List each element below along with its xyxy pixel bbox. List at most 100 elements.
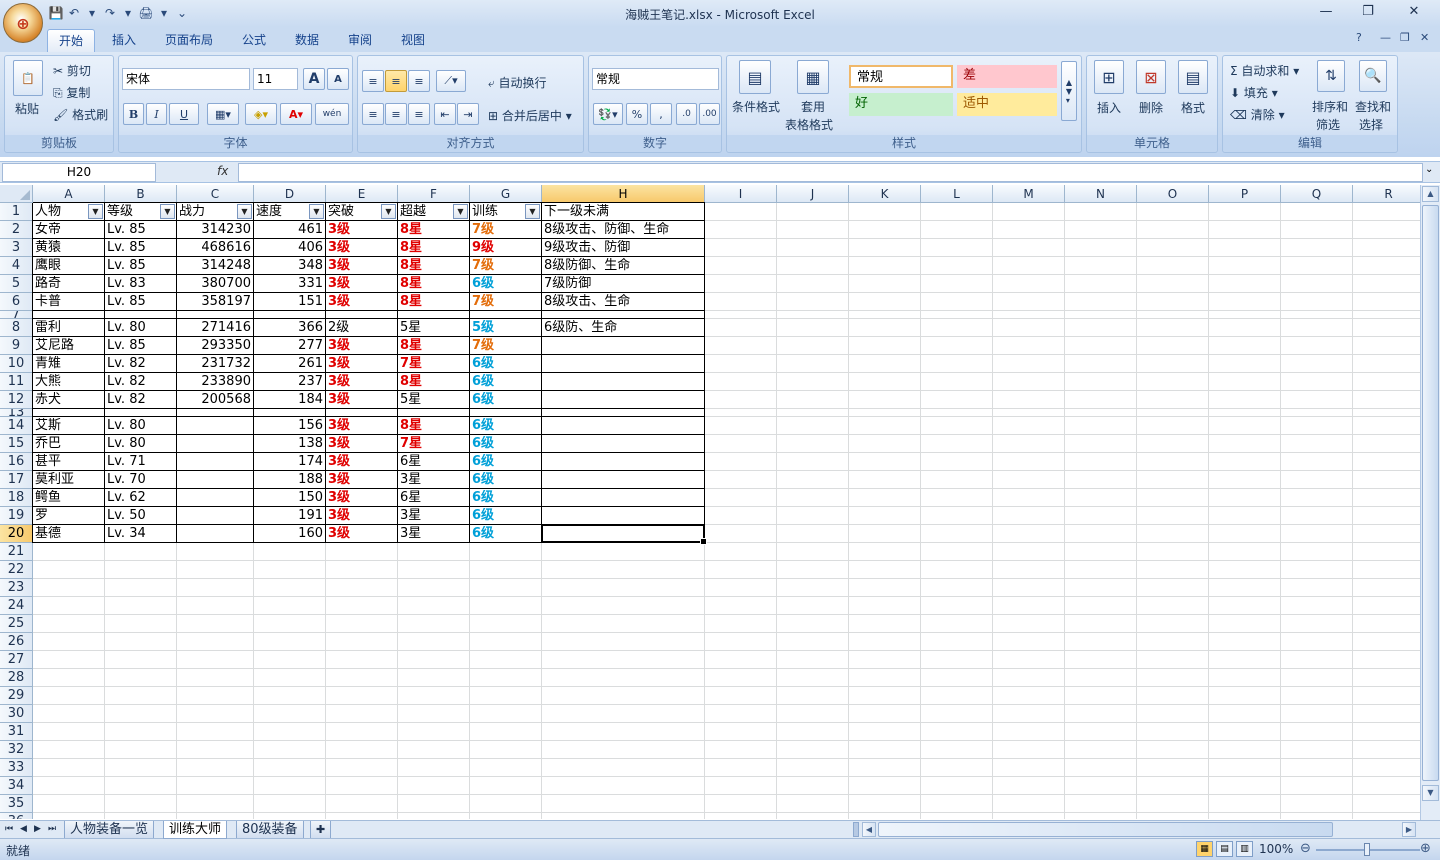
table-cell[interactable]: 6级 <box>470 392 541 408</box>
expand-formula-icon[interactable]: ⌄ <box>1425 164 1433 175</box>
table-cell[interactable]: 9级 <box>470 240 541 256</box>
table-cell[interactable]: Lv. 85 <box>105 258 176 274</box>
find-select-label-1[interactable]: 查找和 <box>1355 98 1391 115</box>
row-header[interactable]: 19 <box>0 507 33 525</box>
table-cell[interactable]: 8星 <box>398 418 469 434</box>
table-cell[interactable]: Lv. 80 <box>105 320 176 336</box>
clear-button[interactable]: ⌫ 清除 ▾ <box>1230 106 1285 123</box>
column-header[interactable]: Q <box>1281 185 1353 203</box>
find-select-label-2[interactable]: 选择 <box>1359 116 1383 133</box>
table-cell[interactable]: 6级 <box>470 436 541 452</box>
table-cell[interactable]: 261 <box>254 356 325 372</box>
font-size-select[interactable]: 11 <box>253 68 298 90</box>
help-icon[interactable]: ? <box>1356 31 1362 44</box>
table-cell[interactable]: 6级 <box>470 472 541 488</box>
row-header[interactable]: 1 <box>0 203 33 221</box>
format-as-table-label-1[interactable]: 套用 <box>801 98 825 115</box>
tab-insert[interactable]: 插入 <box>100 29 148 52</box>
row-header[interactable]: 32 <box>0 741 33 759</box>
row-header[interactable]: 7 <box>0 311 33 319</box>
fill-button[interactable]: ⬇ 填充 ▾ <box>1230 84 1278 101</box>
filter-dropdown-icon[interactable]: ▼ <box>160 204 175 219</box>
table-cell[interactable]: Lv. 70 <box>105 472 176 488</box>
table-cell[interactable]: 406 <box>254 240 325 256</box>
table-cell[interactable]: 7级防御 <box>542 276 704 292</box>
sheet-tab-lv80-equipment[interactable]: 80级装备 <box>236 821 304 839</box>
sort-filter-label-2[interactable]: 筛选 <box>1316 116 1340 133</box>
table-cell[interactable]: 3星 <box>398 472 469 488</box>
comma-button[interactable]: , <box>650 103 672 125</box>
paste-icon[interactable]: 📋 <box>13 60 43 96</box>
column-header[interactable]: N <box>1065 185 1137 203</box>
row-header[interactable]: 34 <box>0 777 33 795</box>
tab-formulas[interactable]: 公式 <box>230 29 278 52</box>
table-cell[interactable]: 3级 <box>326 374 397 390</box>
row-header[interactable]: 3 <box>0 239 33 257</box>
table-cell[interactable]: 5星 <box>398 320 469 336</box>
align-middle-icon[interactable]: ≡ <box>385 70 407 92</box>
workbook-close-button[interactable]: ✕ <box>1420 31 1429 44</box>
column-header[interactable]: I <box>705 185 777 203</box>
border-icon[interactable]: ▦▾ <box>207 103 239 125</box>
header-cell[interactable]: 训练 <box>470 204 524 220</box>
row-header[interactable]: 30 <box>0 705 33 723</box>
decrease-decimal-button[interactable]: .00 <box>699 103 720 125</box>
row-header[interactable]: 12 <box>0 391 33 409</box>
row-header[interactable]: 36 <box>0 813 33 819</box>
filter-dropdown-icon[interactable]: ▼ <box>525 204 540 219</box>
font-color-icon[interactable]: A▾ <box>280 103 312 125</box>
header-cell[interactable]: 下一级未满 <box>542 204 703 220</box>
table-cell[interactable]: 174 <box>254 454 325 470</box>
page-layout-view-icon[interactable]: ▤ <box>1216 841 1233 857</box>
prev-sheet-icon[interactable]: ◀ <box>20 821 27 838</box>
table-cell[interactable]: 7星 <box>398 436 469 452</box>
column-header[interactable]: P <box>1209 185 1281 203</box>
table-cell[interactable]: 6级 <box>470 454 541 470</box>
table-cell[interactable]: Lv. 50 <box>105 508 176 524</box>
formula-input[interactable] <box>238 163 1423 182</box>
phonetic-button[interactable]: wén <box>315 103 349 125</box>
format-cells-icon[interactable]: ▤ <box>1178 60 1208 94</box>
table-cell[interactable]: 8星 <box>398 374 469 390</box>
horizontal-scroll-thumb[interactable] <box>878 822 1333 837</box>
autosum-button[interactable]: Σ 自动求和 ▾ <box>1230 62 1299 79</box>
worksheet-grid[interactable]: A B C D E F G H I J K L M N O P Q R 1 人物 ▼ 等级 ▼ 战力 ▼ 速度 ▼ 突破 ▼ 超越 ▼ 训练 ▼… <box>0 185 1420 819</box>
minimize-button[interactable]: — <box>1306 0 1346 25</box>
table-cell[interactable]: Lv. 85 <box>105 294 176 310</box>
restore-button[interactable]: ❐ <box>1348 0 1388 25</box>
align-left-icon[interactable]: ≡ <box>362 103 384 125</box>
table-cell[interactable]: 9级攻击、防御 <box>542 240 704 256</box>
paste-button[interactable]: 粘贴 <box>15 100 39 117</box>
table-cell[interactable]: 莫利亚 <box>33 472 104 488</box>
select-all-button[interactable] <box>0 185 33 203</box>
table-cell[interactable]: 雷利 <box>33 320 104 336</box>
table-cell[interactable]: 乔巴 <box>33 436 104 452</box>
table-cell[interactable]: Lv. 62 <box>105 490 176 506</box>
column-header[interactable]: C <box>177 185 254 203</box>
column-header[interactable]: M <box>993 185 1065 203</box>
table-cell[interactable]: 3级 <box>326 338 397 354</box>
table-cell[interactable]: 184 <box>254 392 325 408</box>
table-cell[interactable]: 6级 <box>470 508 541 524</box>
table-cell[interactable]: 237 <box>254 374 325 390</box>
table-cell[interactable]: 200568 <box>177 392 253 408</box>
bold-button[interactable]: B <box>123 103 144 125</box>
insert-cells-icon[interactable]: ⊞ <box>1094 60 1124 94</box>
table-cell[interactable]: 3级 <box>326 436 397 452</box>
next-sheet-icon[interactable]: ▶ <box>34 821 41 838</box>
table-cell[interactable]: 293350 <box>177 338 253 354</box>
table-cell[interactable]: 罗 <box>33 508 104 524</box>
table-cell[interactable]: 3级 <box>326 490 397 506</box>
row-header[interactable]: 22 <box>0 561 33 579</box>
row-header[interactable]: 16 <box>0 453 33 471</box>
filter-dropdown-icon[interactable]: ▼ <box>237 204 252 219</box>
sort-filter-label-1[interactable]: 排序和 <box>1312 98 1348 115</box>
table-cell[interactable]: Lv. 82 <box>105 374 176 390</box>
table-cell[interactable]: Lv. 34 <box>105 526 176 542</box>
header-cell[interactable]: 超越 <box>398 204 452 220</box>
table-cell[interactable]: Lv. 71 <box>105 454 176 470</box>
table-cell[interactable]: 3级 <box>326 356 397 372</box>
table-cell[interactable]: 8级攻击、防御、生命 <box>542 222 704 238</box>
row-header[interactable]: 23 <box>0 579 33 597</box>
style-bad[interactable]: 差 <box>957 65 1057 88</box>
